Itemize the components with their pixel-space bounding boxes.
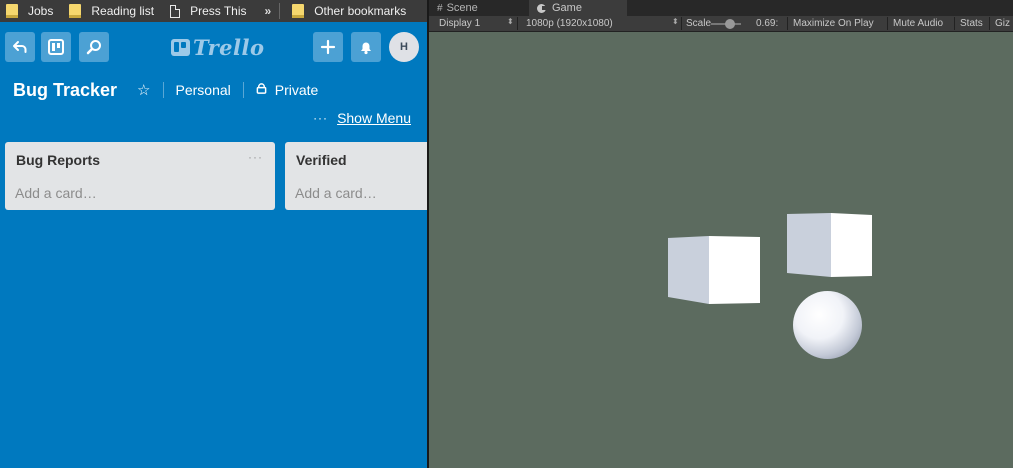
trello-logo-icon xyxy=(171,39,190,56)
tab-scene[interactable]: # Scene xyxy=(429,0,529,16)
show-menu-button[interactable]: ··· Show Menu xyxy=(313,110,411,126)
bell-icon xyxy=(361,42,371,55)
notifications-button[interactable] xyxy=(351,32,381,62)
add-button[interactable] xyxy=(313,32,343,62)
trello-logo-text: Trello xyxy=(193,35,265,60)
bookmark-jobs[interactable]: Jobs xyxy=(0,0,59,22)
list-menu-icon[interactable]: ··· xyxy=(248,150,263,164)
scale-slider-handle[interactable] xyxy=(725,19,735,29)
list-verified: Verified Add a card… xyxy=(285,142,427,210)
unity-tab-bar: # Scene Game xyxy=(429,0,1013,16)
board-header-divider xyxy=(162,82,164,98)
board-header-divider xyxy=(242,82,244,98)
lock-icon xyxy=(256,83,267,97)
bookmark-label: Reading list xyxy=(91,4,155,18)
bookmark-label: Other bookmarks xyxy=(314,4,407,18)
star-icon[interactable]: ☆ xyxy=(137,81,150,99)
add-card-button[interactable]: Add a card… xyxy=(15,185,97,201)
more-icon: ··· xyxy=(313,111,329,125)
scale-label: Scale xyxy=(686,18,712,29)
gizmos-dropdown[interactable]: Giz xyxy=(995,16,1010,31)
board-title[interactable]: Bug Tracker xyxy=(13,80,117,101)
boards-icon xyxy=(48,39,64,55)
folder-icon xyxy=(292,4,305,18)
plus-icon xyxy=(320,39,336,55)
trello-logo[interactable]: Trello xyxy=(171,35,265,60)
maximize-on-play-toggle[interactable]: Maximize On Play xyxy=(793,16,874,31)
toolbar-divider xyxy=(954,17,955,30)
page-icon xyxy=(170,4,181,18)
cube-left xyxy=(668,236,760,304)
stats-toggle[interactable]: Stats xyxy=(960,16,983,31)
game-view[interactable] xyxy=(429,32,1013,468)
dropdown-arrow-icon: ⬍ xyxy=(507,17,514,26)
folder-icon xyxy=(69,4,82,18)
toolbar-divider xyxy=(517,17,518,30)
search-button[interactable] xyxy=(79,32,109,62)
bookmark-reading-list[interactable]: Reading list xyxy=(63,0,160,22)
list-title[interactable]: Bug Reports xyxy=(16,152,100,168)
tab-game-label: Game xyxy=(552,2,582,14)
avatar[interactable]: H xyxy=(389,32,419,62)
scale-value: 0.69: xyxy=(756,18,779,29)
display-dropdown[interactable]: Display 1 xyxy=(439,16,480,31)
add-card-button[interactable]: Add a card… xyxy=(295,185,377,201)
tab-game[interactable]: Game xyxy=(529,0,627,16)
toolbar-divider xyxy=(887,17,888,30)
bookmarks-overflow-button[interactable]: » xyxy=(265,4,272,18)
bookmarks-divider xyxy=(279,3,281,19)
unity-editor: # Scene Game Display 1 ⬍ 1080p (1920x108… xyxy=(429,0,1013,468)
visibility-button[interactable]: Private xyxy=(275,82,319,98)
list-title[interactable]: Verified xyxy=(296,152,347,168)
search-icon xyxy=(86,40,101,55)
folder-icon xyxy=(6,4,18,18)
show-menu-label: Show Menu xyxy=(337,110,411,126)
game-icon xyxy=(537,3,547,13)
resolution-dropdown[interactable]: 1080p (1920x1080) xyxy=(526,16,613,31)
toolbar-divider xyxy=(787,17,788,30)
mute-audio-toggle[interactable]: Mute Audio xyxy=(893,16,943,31)
sphere xyxy=(793,291,862,359)
tab-scene-label: Scene xyxy=(446,2,478,14)
dropdown-arrow-icon: ⬍ xyxy=(672,17,679,26)
list-bug-reports: Bug Reports ··· Add a card… xyxy=(5,142,275,210)
toolbar-divider xyxy=(989,17,990,30)
back-button[interactable] xyxy=(5,32,35,62)
bookmark-label: Press This xyxy=(190,4,247,18)
bookmark-label: Jobs xyxy=(28,4,54,18)
bookmark-press-this[interactable]: Press This xyxy=(164,0,252,22)
trello-header: Trello H xyxy=(0,22,427,70)
bookmark-other[interactable]: Other bookmarks xyxy=(286,0,412,22)
cube-right xyxy=(787,213,872,277)
bookmarks-bar: Jobs Reading list Press This » Other boo… xyxy=(0,0,427,22)
boards-button[interactable] xyxy=(41,32,71,62)
board-header: Bug Tracker ☆ Personal Private xyxy=(0,76,427,104)
game-toolbar: Display 1 ⬍ 1080p (1920x1080) ⬍ Scale 0.… xyxy=(429,16,1013,32)
back-arrow-icon xyxy=(13,41,27,53)
browser-window: Jobs Reading list Press This » Other boo… xyxy=(0,0,427,468)
grid-icon: # xyxy=(437,2,443,14)
toolbar-divider xyxy=(681,17,682,30)
team-button[interactable]: Personal xyxy=(176,82,231,98)
